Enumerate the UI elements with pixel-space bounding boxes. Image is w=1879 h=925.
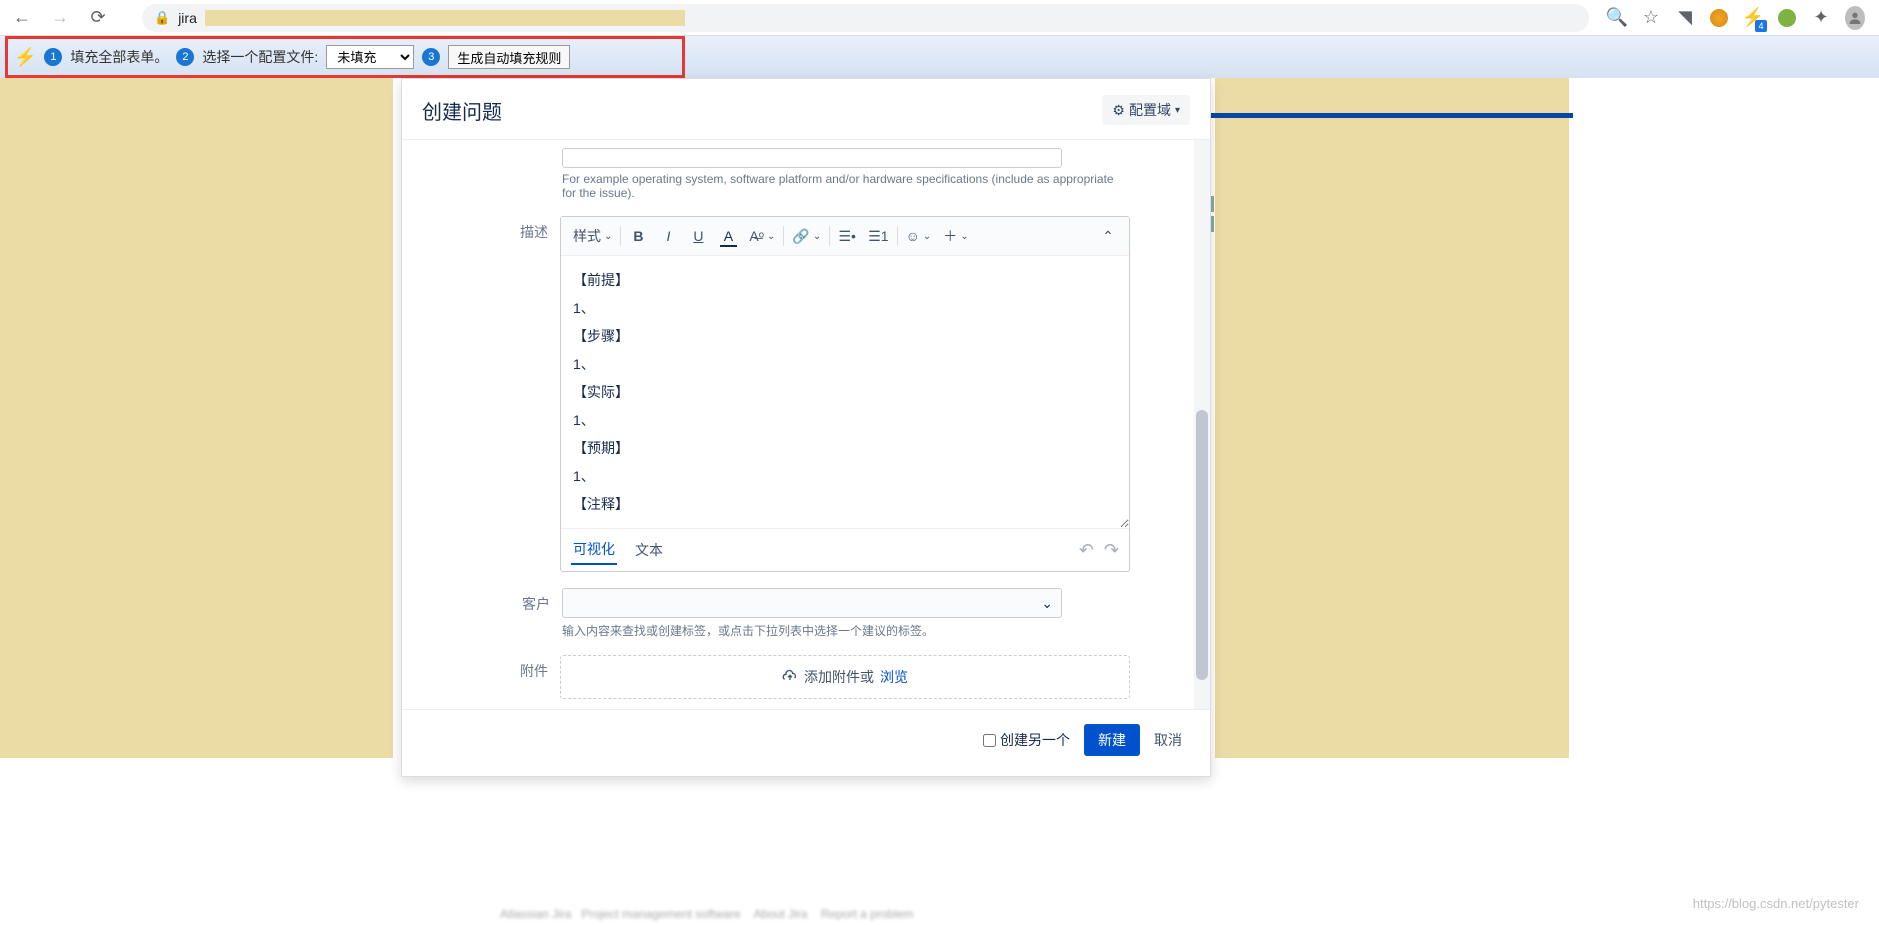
customer-label: 客户 [402, 588, 562, 639]
modal-footer: 创建另一个 新建 取消 [402, 709, 1210, 776]
reload-button[interactable]: ⟳ [84, 4, 112, 32]
customer-select[interactable]: ⌄ [562, 588, 1062, 618]
chevron-down-icon: ⌄ [1041, 595, 1053, 612]
bolt-extension-icon[interactable]: ⚡4 [1743, 8, 1763, 28]
create-another-checkbox[interactable]: 创建另一个 [983, 730, 1070, 750]
lock-icon: 🔒 [154, 10, 170, 26]
description-label: 描述 [402, 216, 560, 572]
browser-actions: 🔍 ☆ ◥ ⚡4 [1607, 8, 1871, 28]
undo-icon[interactable]: ↶ [1079, 540, 1094, 561]
configure-fields-button[interactable]: ⚙ 配置域 ▾ [1102, 95, 1190, 125]
scroll-thumb[interactable] [1196, 410, 1208, 680]
right-redact-block [1215, 78, 1569, 758]
attachment-dropzone[interactable]: 添加附件或 浏览 [560, 655, 1130, 699]
environment-help: For example operating system, software p… [562, 172, 1130, 200]
profile-select[interactable]: 未填充 [326, 45, 414, 69]
autofill-extension-bar: ⚡ 1 填充全部表单。 2 选择一个配置文件: 未填充 3 生成自动填充规则 [0, 36, 1879, 78]
watermark: https://blog.csdn.net/pytester [1693, 896, 1859, 911]
left-redact-block [0, 78, 393, 758]
green-dot-icon[interactable] [1777, 8, 1797, 28]
page-background: 创建问题 ⚙ 配置域 ▾ For example operating syste… [0, 78, 1879, 925]
extensions-icon[interactable] [1811, 8, 1831, 28]
browser-toolbar: ← → ⟳ 🔒 jira 🔍 ☆ ◥ ⚡4 [0, 0, 1879, 36]
create-button[interactable]: 新建 [1084, 724, 1140, 756]
bolt-icon: ⚡ [14, 47, 36, 68]
star-icon[interactable]: ☆ [1641, 8, 1661, 28]
style-dropdown[interactable]: 样式 [569, 223, 616, 249]
modal-body: For example operating system, software p… [402, 139, 1210, 709]
step2-text: 选择一个配置文件: [202, 47, 318, 67]
bookmark-icon[interactable]: ◥ [1675, 8, 1695, 28]
step1-text: 填充全部表单。 [70, 47, 168, 67]
step2-badge: 2 [176, 48, 194, 66]
zoom-icon[interactable]: 🔍 [1607, 8, 1627, 28]
step3-badge: 3 [422, 48, 440, 66]
underline-button[interactable]: U [685, 223, 711, 249]
create-issue-modal: 创建问题 ⚙ 配置域 ▾ For example operating syste… [401, 78, 1211, 777]
step1-badge: 1 [44, 48, 62, 66]
scrollbar[interactable] [1194, 140, 1210, 709]
label [402, 148, 562, 200]
redo-icon[interactable]: ↷ [1104, 540, 1119, 561]
environment-textarea[interactable] [562, 148, 1062, 168]
address-bar[interactable]: 🔒 jira [142, 4, 1589, 32]
customer-row: 客户 ⌄ 输入内容来查找或创建标签，或点击下拉列表中选择一个建议的标签。 [402, 580, 1190, 647]
description-row: 描述 样式 B I U A A̶ᵒ 🔗 [402, 208, 1190, 580]
back-button[interactable]: ← [8, 4, 36, 32]
number-list-button[interactable]: ☰1 [864, 223, 892, 249]
editor-mode-tabs: 可视化 文本 ↶ ↷ [561, 528, 1129, 571]
bullet-list-button[interactable]: ☰• [834, 223, 860, 249]
insert-button[interactable]: ＋ [939, 223, 972, 249]
modal-title: 创建问题 [422, 96, 502, 125]
italic-button[interactable]: I [655, 223, 681, 249]
more-format-button[interactable]: A̶ᵒ [745, 223, 779, 249]
cookie-icon[interactable] [1709, 8, 1729, 28]
url-redacted [205, 10, 685, 26]
editor-toolbar: 样式 B I U A A̶ᵒ 🔗 ☰• ☰1 [561, 217, 1129, 256]
modal-header: 创建问题 ⚙ 配置域 ▾ [402, 79, 1210, 139]
tab-text[interactable]: 文本 [633, 536, 665, 564]
cloud-upload-icon [782, 668, 798, 687]
url-text: jira [178, 10, 197, 26]
bold-button[interactable]: B [625, 223, 651, 249]
tab-visual[interactable]: 可视化 [571, 535, 617, 565]
checkbox[interactable] [983, 734, 996, 747]
jira-header-strip [1203, 113, 1573, 118]
footer-text: Atlassian Jira Project management softwa… [500, 907, 914, 921]
chevron-down-icon: ▾ [1175, 105, 1180, 116]
cancel-button[interactable]: 取消 [1154, 730, 1182, 750]
emoji-button[interactable]: ☺ [902, 223, 936, 249]
customer-help: 输入内容来查找或创建标签，或点击下拉列表中选择一个建议的标签。 [562, 622, 1130, 639]
text-color-button[interactable]: A [715, 223, 741, 249]
environment-row: For example operating system, software p… [402, 140, 1190, 208]
profile-avatar[interactable] [1845, 8, 1865, 28]
rich-text-editor: 样式 B I U A A̶ᵒ 🔗 ☰• ☰1 [560, 216, 1130, 572]
generate-rules-button[interactable]: 生成自动填充规则 [448, 45, 570, 69]
browse-link[interactable]: 浏览 [880, 667, 908, 687]
forward-button[interactable]: → [46, 4, 74, 32]
gear-icon: ⚙ [1112, 102, 1125, 119]
expand-icon[interactable]: ⌃ [1095, 223, 1121, 249]
attachment-row: 附件 添加附件或 浏览 [402, 647, 1190, 707]
description-textarea[interactable]: 【前提】1、【步骤】1、【实际】1、【预期】1、【注释】 [561, 256, 1129, 528]
attachment-label: 附件 [402, 655, 560, 699]
link-button[interactable]: 🔗 [788, 223, 825, 249]
